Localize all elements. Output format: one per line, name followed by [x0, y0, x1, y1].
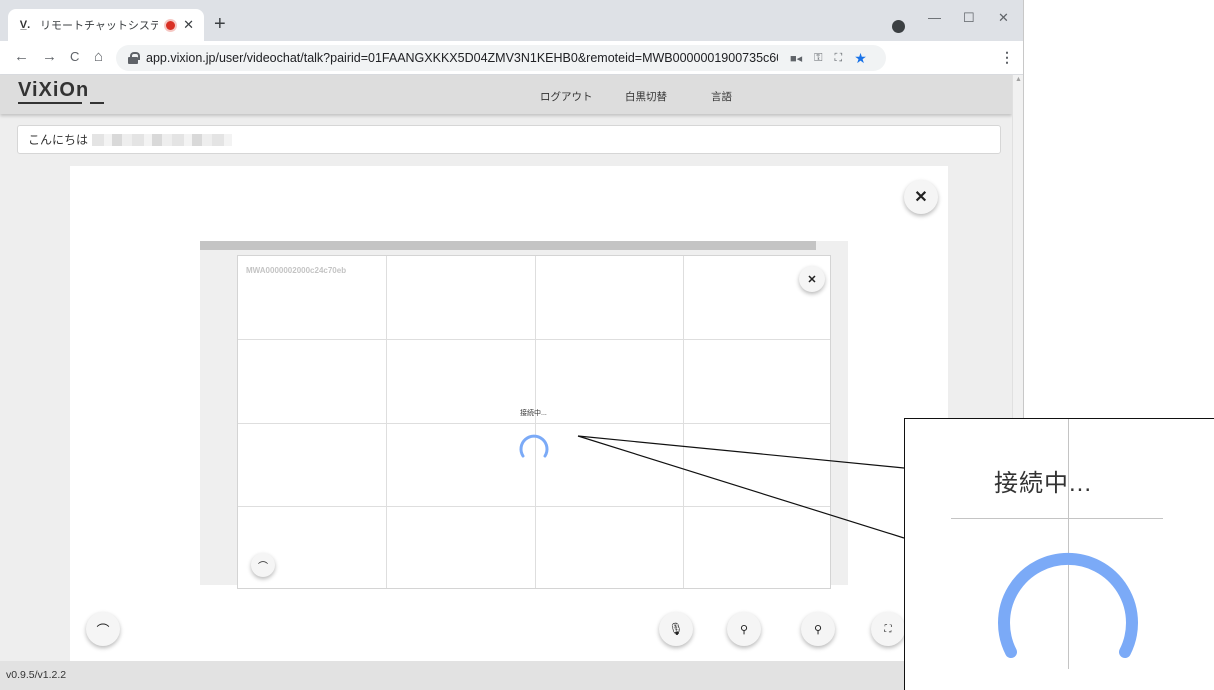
- camera-icon[interactable]: ■◂: [790, 52, 802, 65]
- home-button[interactable]: ⌂: [94, 49, 103, 65]
- translate-icon[interactable]: ⛶: [835, 52, 843, 65]
- new-tab-button[interactable]: +: [214, 14, 226, 34]
- browser-toolbar: ← → C ⌂ app.vixion.jp/user/videochat/tal…: [0, 41, 1023, 75]
- back-button[interactable]: ←: [14, 49, 29, 65]
- hangup-icon: ⌒: [96, 622, 110, 638]
- tab-title: リモートチャットシステム - リモート: [40, 20, 158, 32]
- mic-button[interactable]: 🎙: [659, 612, 693, 646]
- logo-underline: [18, 102, 82, 104]
- callout-magnifier: 接続中...: [904, 418, 1214, 690]
- zoom-in-button[interactable]: ⚲: [801, 612, 835, 646]
- logout-link[interactable]: ログアウト: [540, 89, 593, 104]
- video-grid: MWA0000002000c24c70eb ✕ 接続中... ⌒: [237, 255, 831, 589]
- hangup-icon: ⌒: [258, 561, 268, 573]
- fullscreen-icon: ⛶: [884, 623, 892, 635]
- browser-menu-icon[interactable]: ⋮: [1000, 49, 1014, 66]
- app-header: ViXiOn ログアウト 白黒切替 言語: [0, 75, 1012, 114]
- tab-close-icon[interactable]: ✕: [183, 17, 194, 33]
- screenshot-page: V̲. リモートチャットシステム - リモート ✕ + — ☐ ✕ ← → C …: [0, 0, 1214, 690]
- callout-grid-line: [951, 518, 1163, 519]
- grid-line: [386, 256, 387, 588]
- reload-button[interactable]: C: [70, 49, 79, 65]
- tab-strip: V̲. リモートチャットシステム - リモート ✕ + — ☐ ✕: [0, 0, 1023, 41]
- lock-icon[interactable]: [128, 52, 140, 64]
- zoom-out-icon: ⚲: [739, 623, 749, 636]
- grid-line: [535, 256, 536, 588]
- key-icon[interactable]: ⚿: [814, 52, 822, 65]
- video-hangup-button[interactable]: ⌒: [251, 553, 275, 577]
- greeting-label: こんにちは: [28, 133, 89, 147]
- favicon-icon: V̲.: [19, 19, 31, 31]
- tools-icon: ✕: [914, 189, 928, 206]
- grid-line: [238, 506, 830, 507]
- callout-spinner-icon: [998, 552, 1138, 658]
- bw-toggle-link[interactable]: 白黒切替: [625, 89, 667, 104]
- bookmark-star-icon[interactable]: ★: [854, 50, 867, 67]
- connecting-status: 接続中...: [520, 410, 547, 417]
- language-link[interactable]: 言語: [711, 89, 732, 104]
- mic-icon: 🎙: [668, 622, 684, 636]
- forward-button[interactable]: →: [42, 49, 57, 65]
- minimize-button[interactable]: —: [928, 10, 941, 25]
- fullscreen-button[interactable]: ⛶: [871, 612, 905, 646]
- video-window-titlebar: [200, 241, 816, 250]
- recording-indicator-icon: [166, 20, 176, 30]
- grid-line: [683, 256, 684, 588]
- page-content: ViXiOn ログアウト 白黒切替 言語 こんにちは ✕ MWA00000020…: [0, 75, 1012, 690]
- zoom-in-icon: ⚲: [813, 623, 823, 636]
- address-bar[interactable]: app.vixion.jp/user/videochat/talk?pairid…: [116, 45, 886, 71]
- scroll-up-icon[interactable]: ▲: [1015, 76, 1022, 83]
- video-window: MWA0000002000c24c70eb ✕ 接続中... ⌒: [200, 241, 848, 589]
- video-tools-button[interactable]: ✕: [799, 266, 825, 292]
- footer: v0.9.5/v1.2.2: [0, 661, 1012, 690]
- remote-id-label: MWA0000002000c24c70eb: [246, 266, 347, 275]
- browser-tab[interactable]: V̲. リモートチャットシステム - リモート ✕: [8, 9, 204, 41]
- hangup-button[interactable]: ⌒: [86, 612, 120, 646]
- maximize-button[interactable]: ☐: [963, 10, 975, 26]
- logo-mark: [90, 102, 104, 104]
- grid-line: [238, 423, 830, 424]
- loading-spinner-icon: [519, 434, 549, 458]
- url-text[interactable]: app.vixion.jp/user/videochat/talk?pairid…: [146, 51, 778, 65]
- greeting-bar: こんにちは: [17, 125, 1001, 154]
- tools-button[interactable]: ✕: [904, 180, 938, 214]
- window-close-button[interactable]: ✕: [998, 10, 1009, 26]
- callout-connecting-status: 接続中...: [994, 470, 1093, 497]
- vixion-logo: ViXiOn: [18, 79, 90, 101]
- grid-line: [238, 339, 830, 340]
- zoom-out-button[interactable]: ⚲: [727, 612, 761, 646]
- tools-icon: ✕: [807, 273, 817, 286]
- browser-window: V̲. リモートチャットシステム - リモート ✕ + — ☐ ✕ ← → C …: [0, 0, 1024, 690]
- videochat-card: ✕ MWA0000002000c24c70eb ✕ 接続中... ⌒ ⌒ 🎙 ⚲…: [70, 166, 948, 661]
- profile-icon[interactable]: [892, 20, 905, 33]
- version-label: v0.9.5/v1.2.2: [6, 669, 67, 681]
- username-redacted: [92, 133, 233, 146]
